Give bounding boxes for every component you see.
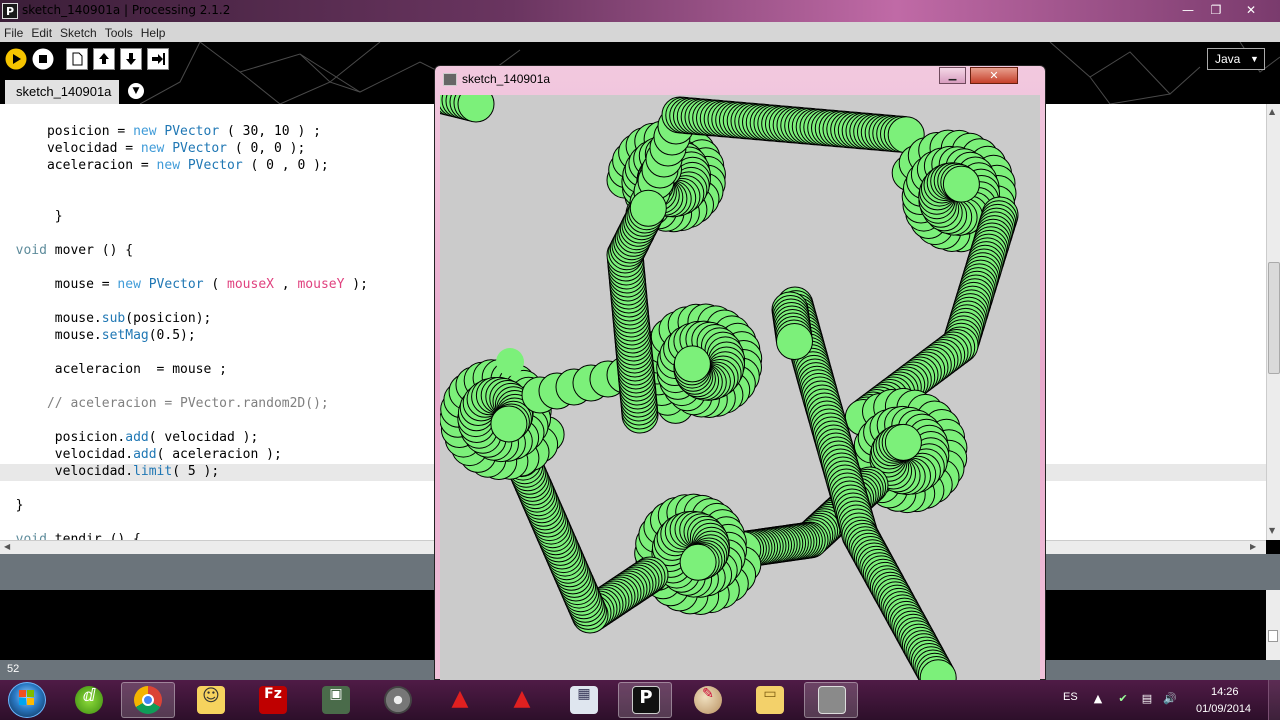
- chevron-down-icon: ▼: [1250, 54, 1259, 64]
- explorer-icon: ☺: [197, 686, 225, 714]
- calculator-icon: ▦: [570, 686, 598, 714]
- filezilla-icon: Fz: [259, 686, 287, 714]
- trail-circle: [942, 165, 980, 203]
- monitor-icon: ▣: [322, 686, 350, 714]
- tab-sketch[interactable]: sketch_140901a: [5, 80, 119, 104]
- mode-selector[interactable]: Java ▼: [1207, 48, 1265, 70]
- tab-menu-button[interactable]: ▼: [128, 83, 144, 99]
- menu-sketch[interactable]: Sketch: [56, 23, 101, 43]
- save-button[interactable]: [120, 48, 142, 70]
- sketch-icon: [818, 686, 846, 714]
- language-indicator[interactable]: ES: [1063, 691, 1078, 703]
- maximize-button[interactable]: ❐: [1203, 0, 1229, 20]
- network-icon[interactable]: ▤: [1140, 692, 1154, 706]
- menu-bar: File Edit Sketch Tools Help: [0, 22, 1280, 42]
- new-icon: [72, 52, 83, 66]
- menu-tools[interactable]: Tools: [101, 23, 137, 43]
- safely-remove-icon[interactable]: ✔: [1116, 692, 1130, 706]
- trail-circle: [673, 345, 711, 383]
- run-button[interactable]: [5, 48, 27, 70]
- trail-circle: [679, 543, 717, 581]
- show-hidden-icons-icon[interactable]: ▲: [1091, 692, 1105, 706]
- folder-icon: ▭: [756, 686, 784, 714]
- processing-icon: P: [632, 686, 660, 714]
- media-player-icon: ⅆ: [75, 686, 103, 714]
- close-button[interactable]: ✕: [1231, 0, 1271, 20]
- chrome-icon: [134, 686, 162, 714]
- autocad-icon: ▲: [513, 686, 531, 711]
- menu-help[interactable]: Help: [137, 23, 170, 43]
- trail-circle: [884, 423, 922, 461]
- sketch-canvas[interactable]: [440, 95, 1040, 681]
- processing-app-icon: P: [2, 3, 18, 19]
- scroll-right-icon[interactable]: ▶: [1250, 542, 1256, 551]
- stop-button[interactable]: [32, 48, 54, 70]
- scrollbar-thumb[interactable]: [1268, 262, 1280, 374]
- open-button[interactable]: [93, 48, 115, 70]
- sketch-window-icon: [443, 73, 457, 86]
- editor-vertical-scrollbar[interactable]: ▲ ▼: [1266, 104, 1280, 540]
- window-titlebar: P sketch_140901a | Processing 2.1.2 — ❐ …: [0, 0, 1280, 22]
- stop-icon: [39, 55, 47, 63]
- paint-icon: ✎: [694, 686, 722, 714]
- windows-logo-icon: [19, 690, 35, 706]
- window-title: sketch_140901a | Processing 2.1.2: [22, 3, 231, 17]
- sketch-window[interactable]: sketch_140901a ▁ ✕: [434, 65, 1046, 681]
- autocad-icon: ▲: [451, 686, 469, 711]
- minimize-button[interactable]: —: [1175, 0, 1201, 20]
- scroll-down-icon[interactable]: ▼: [1269, 526, 1275, 535]
- show-desktop-button[interactable]: [1268, 680, 1280, 720]
- console-scrollbar[interactable]: [1266, 590, 1280, 660]
- clock-date[interactable]: 01/09/2014: [1196, 703, 1251, 715]
- menu-edit[interactable]: Edit: [27, 23, 56, 43]
- export-button[interactable]: [147, 48, 169, 70]
- trail-circle: [776, 323, 813, 360]
- scrollbar-thumb[interactable]: [1268, 630, 1278, 642]
- scroll-up-icon[interactable]: ▲: [1269, 107, 1275, 116]
- mode-label: Java: [1215, 52, 1241, 66]
- volume-icon[interactable]: 🔊: [1163, 692, 1177, 706]
- new-button[interactable]: [66, 48, 88, 70]
- clock-time[interactable]: 14:26: [1211, 686, 1239, 698]
- trail-circle: [490, 405, 528, 443]
- circle-trail-drawing: [440, 95, 1019, 681]
- disc-icon: [384, 686, 412, 714]
- sketch-close-button[interactable]: ✕: [970, 67, 1018, 84]
- trail-head-circle: [496, 348, 524, 376]
- line-number: 52: [7, 663, 20, 675]
- sketch-minimize-button[interactable]: ▁: [939, 67, 966, 84]
- trail-circle: [629, 189, 667, 227]
- sketch-window-title: sketch_140901a: [462, 72, 551, 86]
- menu-file[interactable]: File: [0, 23, 27, 43]
- scroll-left-icon[interactable]: ◀: [4, 542, 10, 551]
